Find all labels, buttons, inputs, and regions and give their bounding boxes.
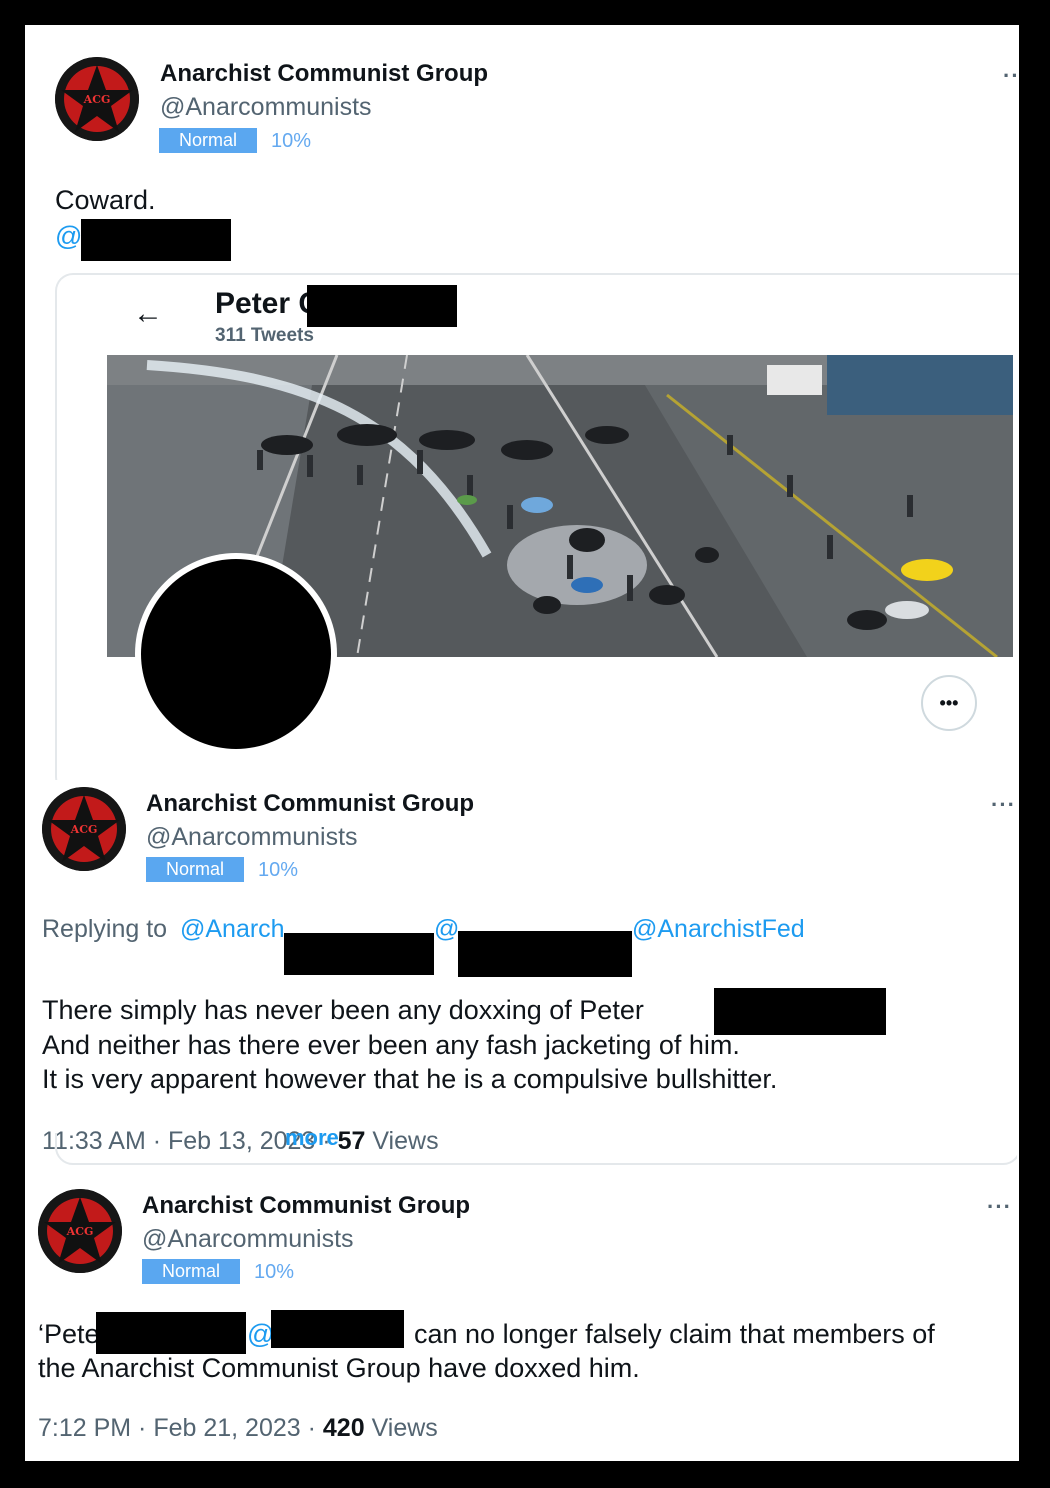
embedded-profile-card[interactable]: ← Peter C 311 Tweets: [55, 273, 1019, 795]
tweet-author-name[interactable]: Anarchist Communist Group: [160, 60, 488, 88]
more-options-icon[interactable]: ···: [987, 1194, 1012, 1220]
screenshot-collage: ACG Anarchist Communist Group @Anarcommu…: [25, 25, 1019, 1461]
cut-card-fragment: more: [55, 1133, 1017, 1169]
more-options-icon[interactable]: ···: [991, 792, 1016, 818]
profile-tweet-count: 311 Tweets: [215, 325, 314, 346]
redaction-box: [307, 285, 457, 327]
status-badge: Normal: [142, 1259, 240, 1284]
acg-logo-icon: ACG: [55, 57, 139, 141]
acg-avatar[interactable]: ACG: [42, 787, 126, 871]
redaction-box: [458, 931, 632, 977]
profile-overflow-button[interactable]: •••: [921, 675, 977, 731]
acg-logo-icon: ACG: [38, 1189, 122, 1273]
tweet-2: ACG Anarchist Communist Group @Anarcommu…: [25, 780, 1019, 1155]
profile-header-name: Peter C: [215, 287, 320, 321]
acg-avatar[interactable]: ACG: [55, 57, 139, 141]
redaction-box: [284, 933, 434, 975]
svg-text:ACG: ACG: [70, 823, 98, 836]
tweet-author-name[interactable]: Anarchist Communist Group: [142, 1192, 470, 1220]
status-badge: Normal: [159, 128, 257, 153]
reply-mention-1[interactable]: @Anarch: [180, 915, 285, 944]
tweet-text-line-1: There simply has never been any doxxing …: [42, 995, 644, 1025]
profile-name-text: Peter: [215, 287, 291, 320]
acg-avatar[interactable]: ACG: [38, 1189, 122, 1273]
reply-mention-3[interactable]: @AnarchistFed: [632, 915, 805, 944]
redaction-box: [96, 1312, 246, 1354]
tweet-author-name[interactable]: Anarchist Communist Group: [146, 790, 474, 818]
avatar-redaction: [141, 559, 331, 749]
overflow-dots-icon: •••: [939, 693, 959, 713]
tweet-text-line-2: the Anarchist Communist Group have doxxe…: [38, 1353, 640, 1383]
tweet-text-rest: can no longer falsely claim that members…: [414, 1319, 935, 1349]
back-arrow-icon[interactable]: ←: [133, 297, 163, 331]
status-badge: Normal: [146, 857, 244, 882]
tweet-timestamp: 7:12 PM · Feb 21, 2023 · 420 Views: [38, 1414, 438, 1443]
tweet-3: ACG Anarchist Communist Group @Anarcommu…: [25, 1170, 1019, 1461]
tweet-text-line-2: And neither has there ever been any fash…: [42, 1030, 740, 1060]
tweet-author-handle[interactable]: @Anarcommunists: [142, 1225, 354, 1254]
views-count: 420: [322, 1414, 365, 1442]
tweet-author-handle[interactable]: @Anarcommunists: [160, 93, 372, 122]
reply-mention-2[interactable]: @: [434, 915, 459, 944]
replying-prefix: Replying to: [42, 915, 168, 943]
views-label: Views: [371, 1414, 438, 1442]
tweet-text-start: ‘Pete: [38, 1319, 100, 1349]
tweet-text-line-3: It is very apparent however that he is a…: [42, 1064, 778, 1094]
tweet-text: Coward.: [55, 185, 156, 215]
svg-text:ACG: ACG: [83, 93, 111, 106]
more-options-icon[interactable]: ···: [1003, 63, 1019, 89]
tweet-mention[interactable]: @: [55, 219, 82, 254]
tweet-author-handle[interactable]: @Anarcommunists: [146, 823, 358, 852]
status-percent: 10%: [258, 859, 299, 881]
status-percent: 10%: [254, 1261, 295, 1283]
redaction-box: [271, 1310, 404, 1348]
acg-logo-icon: ACG: [42, 787, 126, 871]
profile-avatar-redacted: [135, 553, 337, 755]
redaction-box: [81, 219, 231, 261]
cut-card-border: [55, 1133, 1017, 1165]
replying-to-line: Replying to: [42, 915, 167, 944]
svg-text:ACG: ACG: [66, 1225, 94, 1238]
timestamp-text[interactable]: 7:12 PM · Feb 21, 2023 ·: [38, 1414, 316, 1442]
status-percent: 10%: [271, 130, 312, 152]
cut-more-link: more: [285, 1133, 339, 1150]
